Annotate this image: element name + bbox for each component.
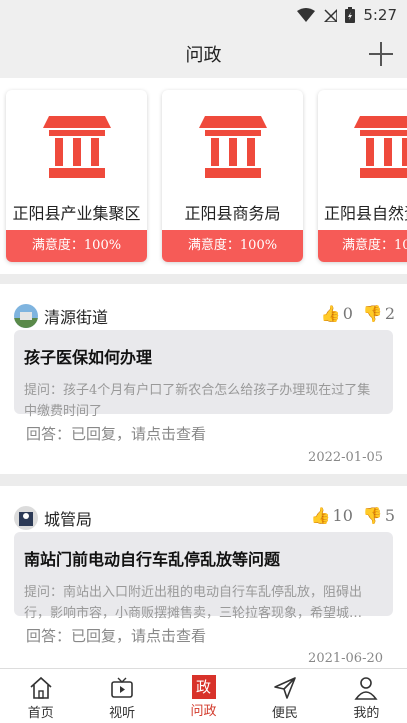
department-card[interactable]: 正阳县商务局 满意度：100% (162, 90, 303, 262)
like-button[interactable]: 👍 10 (311, 506, 353, 525)
question-box[interactable]: 南站门前电动自行车乱停乱放等问题 提问：南站出入口附近出租的电动自行车乱停乱放，… (14, 532, 393, 621)
clock: 5:27 (363, 6, 397, 24)
question-post[interactable]: 清源街道 👍 0 👎 2 孩子医保如何办理 提问：孩子4个月有户口了新农合怎么给孩子… (0, 284, 407, 474)
thumbs-up-icon: 👍 (320, 304, 341, 323)
send-icon (274, 677, 296, 699)
dislike-button[interactable]: 👎 5 (363, 506, 395, 525)
gov-icon: 政 (191, 675, 216, 699)
tab-label: 首页 (27, 706, 54, 721)
government-building-icon (198, 116, 267, 178)
question-post[interactable]: 城管局 👍 10 👎 5 南站门前电动自行车乱停乱放等问题 提问：南站出入口附近出租… (0, 486, 407, 668)
satisfaction-bar: 满意度：10 (318, 230, 407, 262)
tab-profile[interactable]: 我的 (326, 669, 407, 723)
app-header: 问政 (0, 30, 407, 78)
department-carousel[interactable]: 正阳县产业集聚区 满意度：100% 正阳县商务局 满意度：100% 正阳县自然资… (0, 78, 407, 274)
source-name: 清源街道 (44, 308, 109, 327)
tab-label: 问政 (190, 704, 217, 719)
like-button[interactable]: 👍 0 (321, 304, 353, 323)
avatar (14, 304, 38, 328)
tab-gov[interactable]: 政 问政 (163, 669, 244, 723)
like-count: 10 (332, 506, 353, 525)
tab-label: 便民 (271, 706, 298, 721)
tv-icon (111, 677, 133, 698)
question-box[interactable]: 孩子医保如何办理 提问：孩子4个月有户口了新农合怎么给孩子办理现在过了集中缴费时… (14, 330, 393, 419)
home-icon (30, 676, 52, 699)
post-date: 2022-01-05 (308, 450, 383, 465)
question-text: 提问：南站出入口附近出租的电动自行车乱停乱放，阻碍出行，影响市容，小商贩摆摊售卖… (24, 585, 363, 621)
department-card[interactable]: 正阳县产业集聚区 满意度：100% (6, 90, 147, 262)
question-title: 南站门前电动自行车乱停乱放等问题 (24, 550, 281, 569)
dislike-button[interactable]: 👎 2 (363, 304, 395, 323)
department-card[interactable]: 正阳县自然资 满意度：10 (318, 90, 407, 262)
battery-icon (345, 7, 356, 23)
wifi-icon (297, 8, 316, 22)
tab-media[interactable]: 视听 (81, 669, 162, 723)
thumbs-down-icon: 👎 (362, 506, 383, 525)
answer-link[interactable]: 回答：已回复，请点击查看 (26, 625, 206, 646)
bottom-tab-bar: 首页 视听 政 问政 便民 我的 (0, 668, 407, 723)
government-building-icon (354, 116, 407, 178)
tab-services[interactable]: 便民 (244, 669, 325, 723)
add-icon[interactable] (369, 42, 393, 66)
satisfaction-bar: 满意度：100% (162, 230, 303, 262)
source-name: 城管局 (44, 510, 93, 529)
like-count: 0 (342, 304, 353, 323)
tab-home[interactable]: 首页 (0, 669, 81, 723)
department-name: 正阳县产业集聚区 (12, 204, 141, 223)
department-name: 正阳县商务局 (184, 204, 281, 223)
question-title: 孩子医保如何办理 (24, 348, 153, 367)
page-title: 问政 (185, 45, 222, 66)
thumbs-down-icon: 👎 (362, 304, 383, 323)
dislike-count: 2 (384, 304, 395, 323)
avatar (14, 506, 38, 530)
thumbs-up-icon: 👍 (310, 506, 331, 525)
post-date: 2021-06-20 (308, 651, 383, 666)
question-text: 提问：孩子4个月有户口了新农合怎么给孩子办理现在过了集中缴费时间了 (24, 383, 371, 419)
tab-label: 视听 (109, 706, 136, 721)
tab-label: 我的 (353, 706, 380, 721)
user-icon (354, 677, 378, 700)
government-building-icon (42, 116, 111, 178)
department-name: 正阳县自然资 (324, 204, 407, 223)
no-sim-icon (324, 8, 338, 22)
satisfaction-bar: 满意度：100% (6, 230, 147, 262)
answer-link[interactable]: 回答：已回复，请点击查看 (26, 423, 206, 444)
dislike-count: 5 (384, 506, 395, 525)
status-bar: 5:27 (0, 0, 407, 30)
